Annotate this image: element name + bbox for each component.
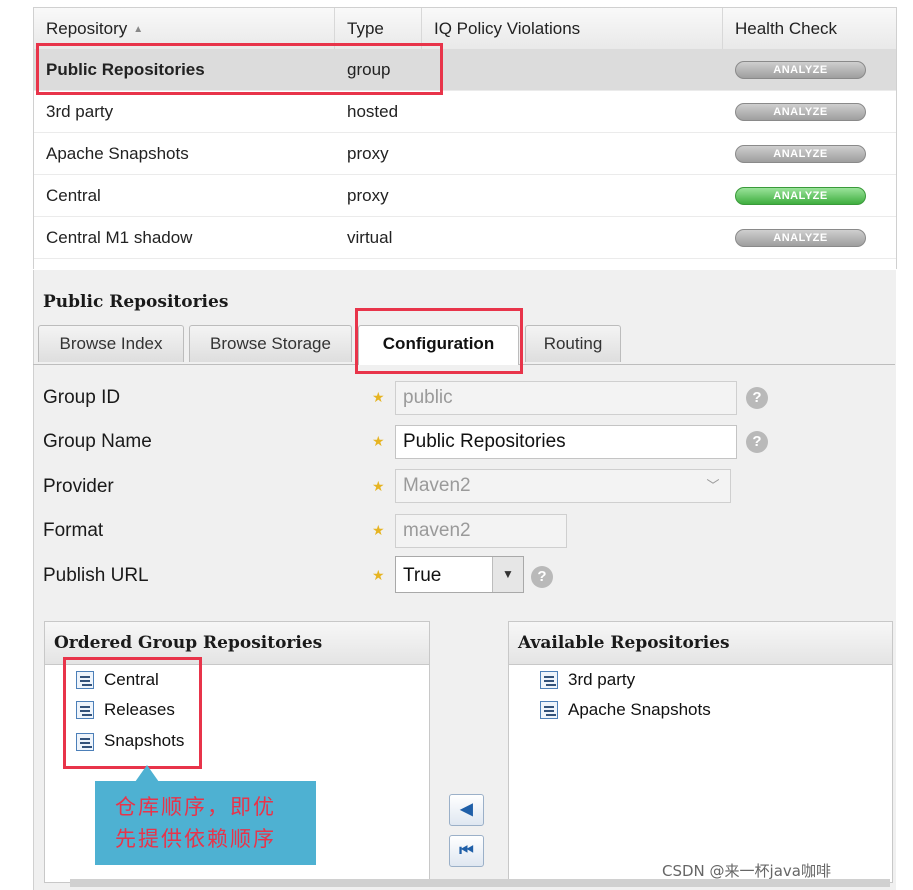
required-star-icon: ★ <box>372 433 385 449</box>
arrow-first-icon: ⏮ <box>459 842 474 859</box>
publish-url-label: Publish URL <box>43 565 149 586</box>
analyze-button[interactable]: ANALYZE <box>735 187 866 205</box>
repository-type: proxy <box>347 186 389 205</box>
move-left-button[interactable]: ◀ <box>449 794 484 826</box>
required-star-icon: ★ <box>372 567 385 583</box>
annotation-line1: 仓库顺序，即优 <box>115 795 276 819</box>
provider-select: Maven2 ﹀ <box>395 469 731 503</box>
watermark: CSDN @来一杯java咖啡 <box>662 862 831 880</box>
annotation-line2: 先提供依赖顺序 <box>115 827 276 851</box>
help-icon[interactable]: ? <box>746 387 768 409</box>
group-id-field: public <box>395 381 737 415</box>
group-id-label: Group ID <box>43 387 121 408</box>
analyze-button[interactable]: ANALYZE <box>735 61 866 79</box>
list-item[interactable]: Apache Snapshots <box>568 700 711 720</box>
callout-pointer <box>135 765 159 782</box>
chevron-down-icon[interactable]: ▼ <box>492 557 523 592</box>
repository-type: virtual <box>347 228 393 247</box>
format-field: maven2 <box>395 514 567 548</box>
available-list-header: Available Repositories <box>509 622 892 665</box>
provider-label: Provider <box>43 476 114 497</box>
highlight-configuration-tab <box>355 308 523 374</box>
required-star-icon: ★ <box>372 389 385 405</box>
repository-type: hosted <box>347 102 399 121</box>
move-all-left-button[interactable]: ⏮ <box>449 835 484 867</box>
required-star-icon: ★ <box>372 478 385 494</box>
tab-browse-index[interactable]: Browse Index <box>38 325 184 362</box>
help-icon[interactable]: ? <box>746 431 768 453</box>
available-repositories-list: Available Repositories <box>508 621 893 883</box>
table-row[interactable]: Apache Snapshots proxy ANALYZE <box>34 133 896 175</box>
group-name-field[interactable]: Public Repositories <box>395 425 737 459</box>
arrow-left-icon: ◀ <box>460 801 473 818</box>
column-header-iq-policy[interactable]: IQ Policy Violations <box>422 8 723 49</box>
publish-url-value: True <box>403 565 442 586</box>
column-label: Repository <box>46 19 128 38</box>
analyze-button[interactable]: ANALYZE <box>735 103 866 121</box>
repository-name: Apache Snapshots <box>46 144 189 163</box>
repository-icon <box>540 671 558 689</box>
chevron-down-icon: ﹀ <box>706 478 720 493</box>
tab-routing[interactable]: Routing <box>525 325 621 362</box>
analyze-button[interactable]: ANALYZE <box>735 229 866 247</box>
panel-title: Public Repositories <box>43 292 229 312</box>
format-label: Format <box>43 520 104 541</box>
sort-ascending-icon: ▲ <box>133 24 144 35</box>
group-name-label: Group Name <box>43 431 152 452</box>
required-star-icon: ★ <box>372 522 385 538</box>
help-icon[interactable]: ? <box>531 566 553 588</box>
highlight-ordered-items <box>63 657 202 769</box>
tab-browse-storage[interactable]: Browse Storage <box>189 325 352 362</box>
annotation-callout: 仓库顺序，即优 先提供依赖顺序 <box>95 781 316 865</box>
provider-value: Maven2 <box>403 475 471 496</box>
analyze-button[interactable]: ANALYZE <box>735 145 866 163</box>
highlight-public-repositories <box>36 43 443 95</box>
repository-icon <box>540 701 558 719</box>
repository-type: proxy <box>347 144 389 163</box>
table-row[interactable]: 3rd party hosted ANALYZE <box>34 91 896 133</box>
repository-name: 3rd party <box>46 102 114 121</box>
column-header-health-check[interactable]: Health Check <box>723 8 896 49</box>
table-row[interactable]: Central M1 shadow virtual ANALYZE <box>34 217 896 259</box>
repository-name: Central <box>46 186 101 205</box>
publish-url-select[interactable]: True ▼ <box>395 556 524 593</box>
table-row[interactable]: Central proxy ANALYZE <box>34 175 896 217</box>
repository-name: Central M1 shadow <box>46 228 193 247</box>
list-item[interactable]: 3rd party <box>568 670 635 690</box>
